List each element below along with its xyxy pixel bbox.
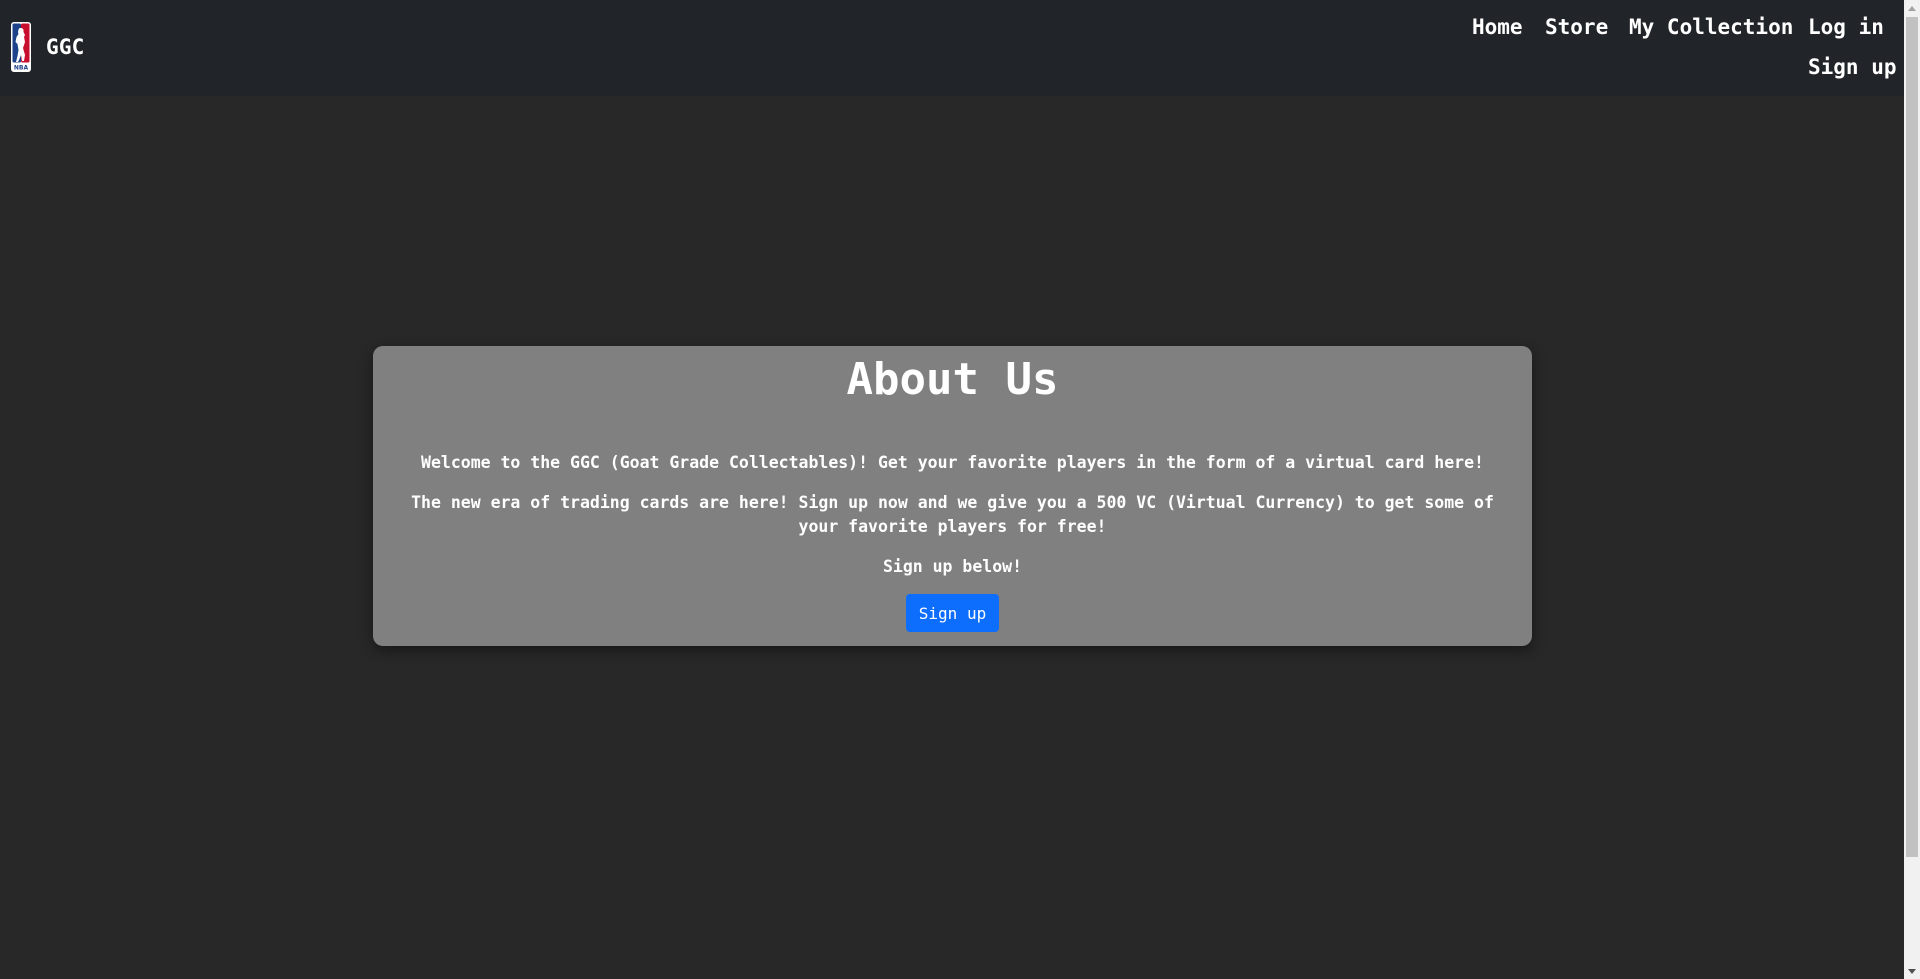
- about-welcome-text: Welcome to the GGC (Goat Grade Collectab…: [421, 453, 1484, 472]
- brand-link[interactable]: NBA GGC: [11, 22, 85, 72]
- about-title: About Us: [846, 354, 1059, 405]
- chevron-down-icon: [1908, 968, 1916, 974]
- page: NBA GGC Home Store My Collection Log in …: [0, 0, 1920, 979]
- nba-logo-icon: NBA: [11, 22, 31, 72]
- about-promo-text: The new era of trading cards are here! S…: [411, 493, 1494, 536]
- scroll-down-arrow[interactable]: [1904, 963, 1920, 979]
- vertical-scrollbar[interactable]: [1904, 0, 1920, 979]
- brand-name: GGC: [46, 35, 85, 59]
- sign-up-button[interactable]: Sign up: [906, 594, 999, 632]
- viewport: NBA GGC Home Store My Collection Log in …: [0, 0, 1904, 979]
- nav-link-store[interactable]: Store: [1545, 15, 1608, 39]
- scroll-up-arrow[interactable]: [1904, 0, 1920, 16]
- nav-link-home[interactable]: Home: [1472, 15, 1523, 39]
- nav-link-sign-up[interactable]: Sign up: [1808, 55, 1897, 79]
- about-card: About Us Welcome to the GGC (Goat Grade …: [373, 346, 1532, 646]
- navbar: NBA GGC Home Store My Collection Log in …: [0, 0, 1904, 96]
- nav-link-log-in[interactable]: Log in: [1808, 15, 1884, 39]
- nav-link-my-collection[interactable]: My Collection: [1629, 15, 1793, 39]
- svg-text:NBA: NBA: [14, 65, 29, 72]
- scrollbar-thumb[interactable]: [1906, 17, 1918, 857]
- about-signup-prompt: Sign up below!: [882, 557, 1023, 576]
- chevron-up-icon: [1908, 5, 1916, 11]
